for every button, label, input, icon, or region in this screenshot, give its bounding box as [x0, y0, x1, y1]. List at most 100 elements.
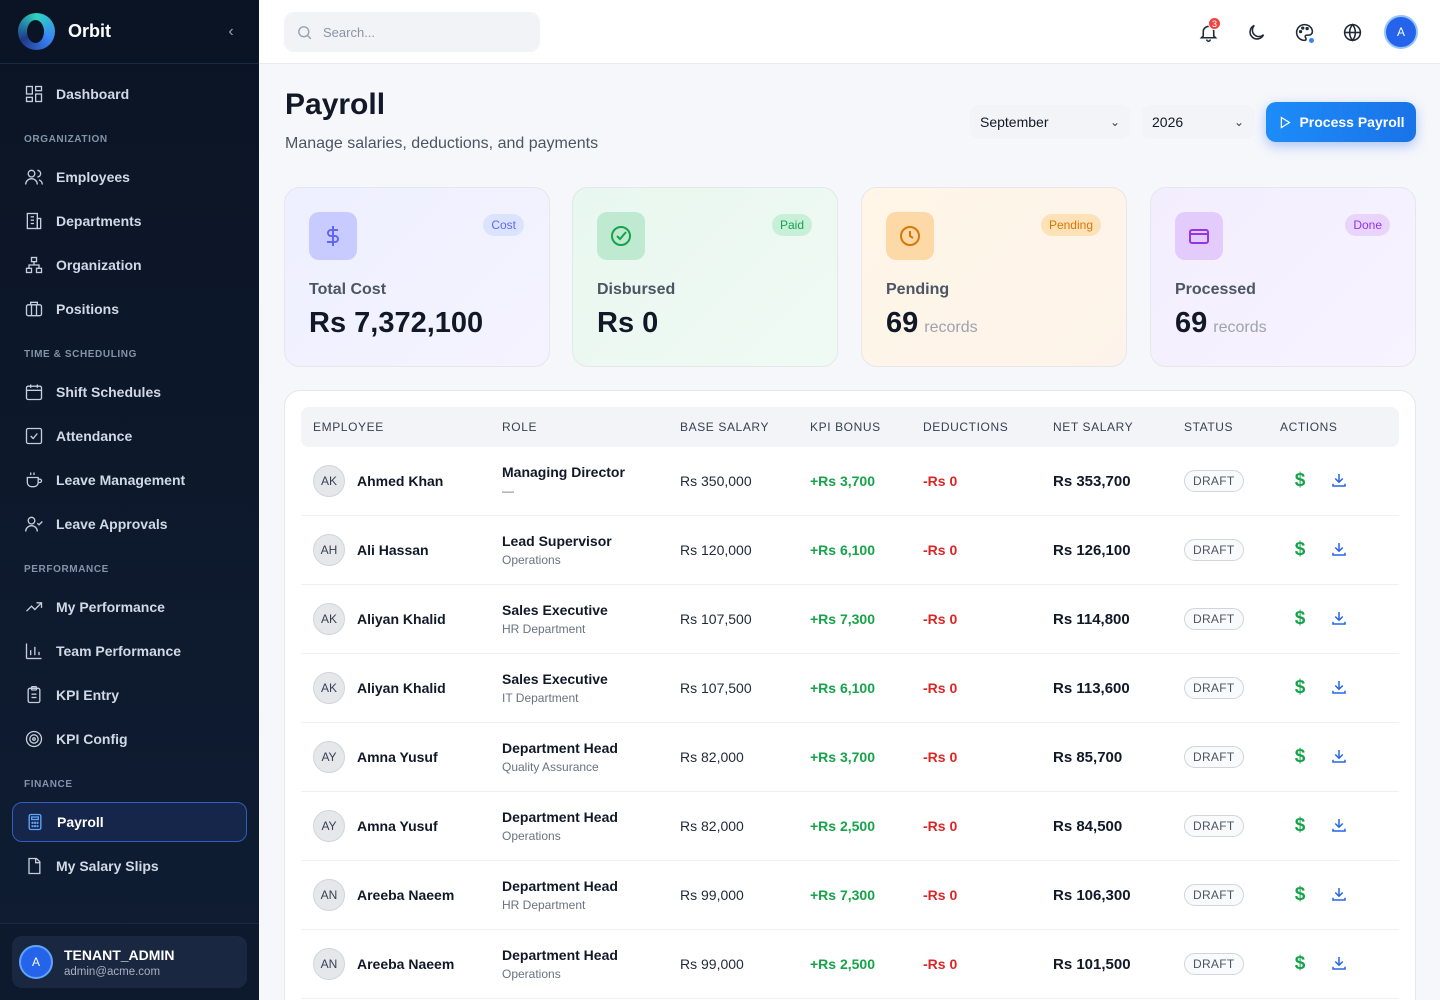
- status-badge: DRAFT: [1184, 470, 1244, 492]
- user-card[interactable]: A TENANT_ADMIN admin@acme.com: [0, 923, 259, 1000]
- notifications-button[interactable]: 3: [1190, 14, 1226, 50]
- stat-card-processed: Done Processed 69 records: [1150, 187, 1416, 367]
- download-icon[interactable]: [1330, 609, 1350, 629]
- role-cell: Department Head Operations: [502, 947, 680, 981]
- employee-avatar: AY: [313, 741, 345, 773]
- base-salary: Rs 82,000: [680, 749, 744, 765]
- column-header-base-salary: BASE SALARY: [680, 420, 770, 434]
- employee-name: Aliyan Khalid: [357, 680, 446, 696]
- sidebar-item-leave-management[interactable]: Leave Management: [12, 460, 247, 500]
- stat-label: Total Cost: [309, 281, 387, 298]
- users-icon: [25, 169, 43, 185]
- download-icon[interactable]: [1330, 816, 1350, 836]
- moon-icon: [1248, 24, 1264, 40]
- sidebar-item-dashboard[interactable]: Dashboard: [12, 74, 247, 114]
- kpi-bonus: +Rs 7,300: [810, 611, 875, 627]
- table-row[interactable]: AY Amna Yusuf Department Head Operations Rs …: [301, 792, 1399, 861]
- sidebar-item-attendance[interactable]: Attendance: [12, 416, 247, 456]
- user-email: admin@acme.com: [64, 965, 161, 978]
- sidebar-item-leave-approvals[interactable]: Leave Approvals: [12, 504, 247, 544]
- search-input[interactable]: [323, 24, 523, 40]
- table-row[interactable]: AK Ahmed Khan Managing Director — Rs 350,000…: [301, 447, 1399, 516]
- pay-dollar-icon[interactable]: $: [1290, 953, 1310, 975]
- download-icon[interactable]: [1330, 954, 1350, 974]
- process-payroll-button[interactable]: Process Payroll: [1266, 102, 1416, 142]
- sidebar-item-employees[interactable]: Employees: [12, 157, 247, 197]
- download-icon[interactable]: [1330, 747, 1350, 767]
- role-title: Sales Executive: [502, 671, 608, 687]
- profile-avatar-button[interactable]: A: [1384, 15, 1418, 49]
- sidebar-item-positions[interactable]: Positions: [12, 289, 247, 329]
- role-title: Managing Director: [502, 464, 625, 480]
- sidebar-item-organization[interactable]: Organization: [12, 245, 247, 285]
- status-badge: DRAFT: [1184, 608, 1244, 630]
- collapse-sidebar-chevron-left-icon[interactable]: ‹: [221, 23, 241, 41]
- download-icon[interactable]: [1330, 471, 1350, 491]
- role-department: Quality Assurance: [502, 760, 599, 774]
- sidebar-item-label: My Salary Slips: [56, 858, 159, 874]
- sidebar-item-label: Leave Management: [56, 472, 186, 488]
- sidebar-item-payroll[interactable]: Payroll: [12, 802, 247, 842]
- stat-value-wrap: Rs 0: [597, 307, 813, 340]
- sidebar-item-departments[interactable]: Departments: [12, 201, 247, 241]
- deductions: -Rs 0: [923, 749, 958, 765]
- stat-value: 69: [1175, 307, 1208, 339]
- download-icon[interactable]: [1330, 678, 1350, 698]
- role-title: Sales Executive: [502, 602, 608, 618]
- employee-avatar: AK: [313, 465, 345, 497]
- sidebar-item-kpi-config[interactable]: KPI Config: [12, 719, 247, 759]
- table-row[interactable]: AK Aliyan Khalid Sales Executive HR Departm…: [301, 585, 1399, 654]
- pay-dollar-icon[interactable]: $: [1290, 815, 1310, 837]
- sidebar-item-my-salary-slips[interactable]: My Salary Slips: [12, 846, 247, 886]
- language-button[interactable]: [1334, 14, 1370, 50]
- sidebar-item-kpi-entry[interactable]: KPI Entry: [12, 675, 247, 715]
- base-salary: Rs 82,000: [680, 818, 744, 834]
- status-badge: DRAFT: [1184, 953, 1244, 975]
- net-salary: Rs 353,700: [1053, 472, 1131, 490]
- pay-dollar-icon[interactable]: $: [1290, 677, 1310, 699]
- grid-icon: [25, 85, 43, 103]
- pay-dollar-icon[interactable]: $: [1290, 884, 1310, 906]
- employee-cell: AN Areeba Naeem: [301, 948, 502, 980]
- sidebar-item-label: Organization: [56, 257, 142, 273]
- role-department: —: [502, 484, 514, 498]
- actions-cell: $: [1280, 677, 1380, 699]
- chevron-down-icon: ⌄: [1233, 115, 1244, 129]
- table-row[interactable]: AH Ali Hassan Lead Supervisor Operations Rs …: [301, 516, 1399, 585]
- table-row[interactable]: AN Areeba Naeem Department Head HR Departme…: [301, 861, 1399, 930]
- base-salary: Rs 99,000: [680, 956, 744, 972]
- net-salary: Rs 84,500: [1053, 817, 1123, 835]
- pay-dollar-icon[interactable]: $: [1290, 539, 1310, 561]
- sidebar-item-label: KPI Config: [56, 731, 128, 747]
- palette-button[interactable]: [1286, 14, 1322, 50]
- column-header-status: STATUS: [1184, 420, 1234, 434]
- search-box[interactable]: [284, 12, 540, 52]
- sidebar-item-team-performance[interactable]: Team Performance: [12, 631, 247, 671]
- status-badge: DRAFT: [1184, 746, 1244, 768]
- sidebar-item-shift-schedules[interactable]: Shift Schedules: [12, 372, 247, 412]
- role-title: Lead Supervisor: [502, 533, 612, 549]
- bar-chart-icon: [25, 643, 42, 660]
- table-row[interactable]: AK Aliyan Khalid Sales Executive IT Departm…: [301, 654, 1399, 723]
- theme-toggle-button[interactable]: [1238, 14, 1274, 50]
- net-salary: Rs 114,800: [1053, 610, 1130, 628]
- month-select[interactable]: September ⌄: [970, 105, 1130, 139]
- stat-badge: Pending: [1040, 214, 1101, 236]
- table-row[interactable]: AN Areeba Naeem Department Head Operations R…: [301, 930, 1399, 999]
- table-row[interactable]: AY Amna Yusuf Department Head Quality Assur…: [301, 723, 1399, 792]
- sidebar-item-label: Employees: [56, 169, 130, 185]
- pay-dollar-icon[interactable]: $: [1290, 470, 1310, 492]
- download-icon[interactable]: [1330, 885, 1350, 905]
- pay-dollar-icon[interactable]: $: [1290, 608, 1310, 630]
- user-card-inner[interactable]: A TENANT_ADMIN admin@acme.com: [12, 936, 247, 988]
- pay-dollar-icon[interactable]: $: [1290, 746, 1310, 768]
- sidebar-item-label: KPI Entry: [56, 687, 120, 703]
- clipboard-icon: [27, 686, 41, 704]
- sidebar-item-my-performance[interactable]: My Performance: [12, 587, 247, 627]
- user-avatar: A: [19, 945, 53, 979]
- stat-badge: Cost: [483, 214, 524, 236]
- column-header-employee: EMPLOYEE: [313, 420, 384, 434]
- coffee-icon: [26, 472, 43, 488]
- year-select[interactable]: 2026 ⌄: [1142, 105, 1254, 139]
- download-icon[interactable]: [1330, 540, 1350, 560]
